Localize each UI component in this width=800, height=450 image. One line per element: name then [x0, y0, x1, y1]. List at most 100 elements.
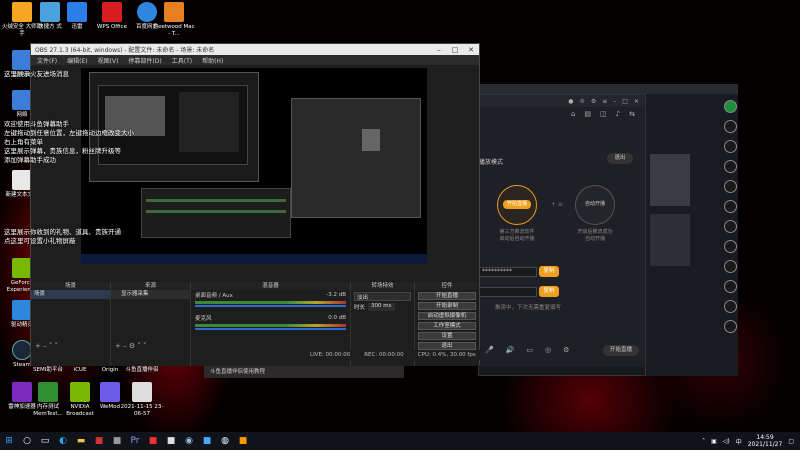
- mixer-channel-name: 桌面音频 / Aux: [195, 293, 233, 299]
- cpu-status: CPU: 0.4%, 30.00 fps: [417, 352, 476, 358]
- start-streaming-button[interactable]: 开始直播: [418, 292, 476, 300]
- avatar[interactable]: ●: [568, 98, 573, 105]
- app-icon[interactable]: ■: [144, 432, 162, 450]
- speaker-icon[interactable]: 🔊: [506, 346, 515, 354]
- close-icon[interactable]: ✕: [463, 46, 479, 54]
- side-icon[interactable]: [724, 120, 737, 133]
- exit-button[interactable]: 退出: [418, 342, 476, 350]
- copy-button-2[interactable]: 复制: [539, 286, 559, 297]
- copy-button[interactable]: 复制: [539, 266, 559, 277]
- douyu-companion-window[interactable]: ● ♔ ⚙ ≡ – □ ✕ ⌂ ▤ ◫ ♪ ⇆ 播放模式 退出 开始直播 第三方推流软件 启动后自动…: [478, 94, 646, 376]
- steam-icon[interactable]: ◉: [180, 432, 198, 450]
- menu-icon[interactable]: ≡: [602, 98, 607, 105]
- side-icon[interactable]: [724, 160, 737, 173]
- preview-nested-window: [89, 72, 259, 182]
- maximize-icon[interactable]: □: [447, 46, 463, 54]
- menu-docks[interactable]: 停靠部件(D): [128, 56, 161, 65]
- auto-live-desc: 开启后推流成功 自动开播: [577, 229, 613, 242]
- side-icon[interactable]: [724, 140, 737, 153]
- live-hint-tab[interactable]: 斗鱼直播伴侣使用教程: [204, 366, 404, 378]
- scene-add-icon[interactable]: + – ˄ ˅: [35, 342, 58, 350]
- volume-icon[interactable]: ◁): [723, 438, 730, 445]
- app-icon[interactable]: ■: [198, 432, 216, 450]
- input-language[interactable]: 中: [736, 437, 742, 446]
- side-icon[interactable]: [724, 260, 737, 273]
- auto-live-circle[interactable]: 自动开播: [575, 185, 615, 225]
- mode-label: 播放模式: [479, 159, 504, 166]
- menu-edit[interactable]: 编辑(E): [67, 56, 87, 65]
- start-live-button[interactable]: 开始直播: [603, 344, 639, 356]
- app-icon[interactable]: ■: [90, 432, 108, 450]
- side-icon[interactable]: [724, 100, 737, 113]
- search-icon[interactable]: ○: [18, 432, 36, 450]
- edge-icon[interactable]: ◐: [54, 432, 72, 450]
- menu-help[interactable]: 帮助(H): [202, 56, 223, 65]
- settings-icon[interactable]: ⚙: [591, 98, 596, 105]
- volume-slider[interactable]: [195, 305, 346, 307]
- side-icon[interactable]: [724, 320, 737, 333]
- maximize-icon[interactable]: □: [622, 98, 628, 105]
- app-icon[interactable]: ■: [108, 432, 126, 450]
- server-field[interactable]: [479, 287, 537, 297]
- start-recording-button[interactable]: 开始录制: [418, 302, 476, 310]
- network-icon[interactable]: ▣: [711, 438, 717, 445]
- scenes-title: 场景: [31, 282, 110, 290]
- volume-slider[interactable]: [195, 328, 346, 330]
- douyu-bottom-bar: 🎤 🔊 ▭ ◎ ⚙ 开始直播: [479, 343, 645, 357]
- camera-icon[interactable]: ▭: [526, 346, 533, 354]
- exit-button[interactable]: 退出: [607, 153, 633, 164]
- side-icon[interactable]: [724, 280, 737, 293]
- close-icon[interactable]: ✕: [634, 98, 639, 105]
- share-icon[interactable]: ⇆: [629, 110, 635, 118]
- xunlei-icon: [67, 2, 87, 22]
- start-live-circle[interactable]: 开始直播: [497, 185, 537, 225]
- app-icon[interactable]: ■: [234, 432, 252, 450]
- shirt-icon[interactable]: ♔: [579, 98, 584, 105]
- source-item[interactable]: 显示器采集: [111, 290, 190, 299]
- minimize-icon[interactable]: –: [613, 98, 616, 105]
- gear-icon[interactable]: ⚙: [563, 346, 569, 354]
- menu-tools[interactable]: 工具(T): [172, 56, 192, 65]
- clock[interactable]: 14:59 2021/11/27: [748, 434, 783, 448]
- stream-key-field[interactable]: **********: [479, 267, 537, 277]
- studio-mode-button[interactable]: 工作室模式: [418, 322, 476, 330]
- clipboard-icon[interactable]: ▤: [584, 110, 591, 118]
- notification-icon[interactable]: ▢: [788, 438, 794, 445]
- side-icon[interactable]: [724, 300, 737, 313]
- desktop-icon[interactable]: Fleetwood Mac - T...: [152, 2, 196, 38]
- side-icon[interactable]: [724, 220, 737, 233]
- app-icon[interactable]: ■: [162, 432, 180, 450]
- mixer-channel: 麦克风 0.0 dB: [191, 313, 350, 323]
- obs-icon[interactable]: ◍: [216, 432, 234, 450]
- desktop-icon[interactable]: 2021-11-15 23-06-57: [120, 382, 164, 418]
- side-icon[interactable]: [724, 200, 737, 213]
- source-add-icon[interactable]: + – ⚙ ˄ ˅: [115, 342, 147, 350]
- task-view-icon[interactable]: ▭: [36, 432, 54, 450]
- virtual-camera-button[interactable]: 启动虚拟摄像机: [418, 312, 476, 320]
- transition-select[interactable]: 淡出: [354, 292, 411, 301]
- avatar-placeholder: [650, 214, 690, 266]
- memtest-icon: [38, 382, 58, 402]
- premiere-icon[interactable]: Pr: [126, 432, 144, 450]
- scenes-dock: 场景 场景 + – ˄ ˅: [31, 282, 111, 366]
- nvidia-icon: [12, 258, 32, 278]
- bell-icon[interactable]: ♪: [616, 110, 620, 118]
- minimize-icon[interactable]: –: [431, 46, 447, 54]
- lock-icon[interactable]: ⌂: [571, 110, 575, 118]
- mic-icon[interactable]: 🎤: [485, 346, 494, 354]
- menu-file[interactable]: 文件(F): [37, 56, 57, 65]
- circle-icon[interactable]: ◎: [545, 346, 551, 354]
- folder-icon[interactable]: ▬: [72, 432, 90, 450]
- avatar-placeholder: [650, 154, 690, 206]
- obs-window[interactable]: OBS 27.1.3 (64-bit, windows) - 配置文件: 未命名…: [30, 43, 480, 366]
- side-icon[interactable]: [724, 180, 737, 193]
- message-icon[interactable]: ◫: [600, 110, 607, 118]
- duration-field[interactable]: 300 ms: [368, 303, 395, 311]
- tray-arrow-icon[interactable]: ˄: [702, 438, 705, 445]
- settings-button[interactable]: 设置: [418, 332, 476, 340]
- scene-item[interactable]: 场景: [31, 290, 110, 299]
- windows-start-icon[interactable]: ⊞: [0, 432, 18, 450]
- obs-preview[interactable]: [81, 68, 427, 264]
- side-icon[interactable]: [724, 240, 737, 253]
- menu-view[interactable]: 视图(V): [98, 56, 119, 65]
